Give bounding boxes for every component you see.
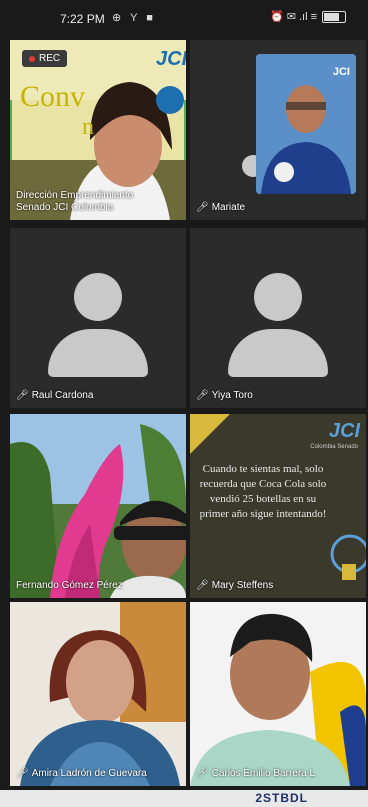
participant-name-label: Fernando Gómez Pérez [16, 580, 123, 591]
video-thumbnail[interactable]: JCI [256, 54, 356, 194]
video-tile-fernando-gomez-perez[interactable]: Fernando Gómez Pérez [10, 414, 186, 598]
participant-name: 🎤︎ Mary Steffens [196, 580, 273, 592]
participant-name: 🎤︎ Yiya Toro [196, 390, 253, 402]
participant-name: 🎤︎ Amira Ladrón de Guevara [16, 768, 147, 780]
status-icons: ⏰ ✉ .ıl ≡ [270, 10, 346, 23]
mic-muted-icon: 🎤︎ [16, 768, 29, 779]
status-bar: 7:22 PM ⊕ Y ■ ⏰ ✉ .ıl ≡ [0, 0, 368, 36]
avatar-body [228, 329, 328, 377]
jci-logo: JCI [156, 48, 186, 70]
video-tile-mariate[interactable]: JCI 🎤︎ Mariate [190, 40, 366, 220]
system-icons: ⏰ ✉ .ıl ≡ [269, 11, 317, 23]
participant-name-label: Raul Cardona [31, 390, 94, 401]
participant-name-label: Amira Ladrón de Guevara [31, 768, 147, 779]
participant-name-label: Carlos Emilio Barrera L [211, 768, 316, 779]
jci-logo: JCI [328, 420, 360, 442]
mic-muted-icon: 🎤︎ [196, 768, 209, 779]
video-tile-carlos-emilio-barrera[interactable]: 🎤︎ Carlos Emilio Barrera L [190, 602, 366, 786]
mic-muted-icon: 🎤︎ [196, 580, 209, 591]
banner-text-2: n [82, 114, 94, 140]
participant-name: 🎤︎ Carlos Emilio Barrera L [196, 768, 315, 780]
notification-icons: ⊕ Y ■ [112, 12, 156, 24]
participant-name-line1: Dirección Emprendimiento [16, 190, 134, 201]
banner-text: Conv [20, 80, 86, 113]
record-dot-icon [29, 55, 35, 62]
mic-muted-icon: 🎤︎ [196, 202, 209, 213]
avatar-body [48, 329, 148, 377]
video-tile-raul-cardona[interactable]: 🎤︎ Raul Cardona [10, 228, 186, 408]
participant-name-label: Mary Steffens [211, 580, 274, 591]
video-feed [190, 602, 366, 786]
video-feed [10, 602, 186, 786]
avatar-head [254, 273, 302, 321]
video-tile-direccion-emprendimiento[interactable]: REC Conv n JCI Dirección Emprendimiento … [10, 40, 186, 220]
mic-muted-icon: 🎤︎ [16, 390, 29, 401]
jci-logo: JCI [332, 66, 350, 78]
avatar-head [74, 273, 122, 321]
participant-name: 🎤︎ Mariate [196, 202, 245, 214]
participant-name-label: Mariate [211, 202, 246, 213]
recording-label: REC [39, 53, 61, 64]
recording-indicator: REC [22, 50, 68, 67]
participant-name: Dirección Emprendimiento Senado JCI Colo… [16, 190, 133, 214]
participant-name-line2: Senado JCI Colombia [16, 202, 114, 213]
video-tile-yiya-toro[interactable]: 🎤︎ Yiya Toro [190, 228, 366, 408]
battery-icon [322, 10, 346, 23]
bottom-strip-text: 2STBDL [255, 791, 308, 805]
mic-muted-icon: 🎤︎ [196, 390, 209, 401]
avatar [228, 273, 328, 377]
participant-name-label: Yiya Toro [211, 390, 253, 401]
next-row-tiles[interactable]: 2STBDL [0, 790, 368, 807]
jci-logo-subtitle: Colombia Senado [310, 444, 358, 450]
participant-name: Fernando Gómez Pérez [16, 580, 123, 592]
video-tile-amira-ladron-de-guevara[interactable]: 🎤︎ Amira Ladrón de Guevara [10, 602, 186, 786]
status-time: 7:22 PM [60, 12, 105, 26]
video-tile-mary-steffens[interactable]: JCI Colombia Senado Cuando te sientas ma… [190, 414, 366, 598]
avatar [48, 273, 148, 377]
participant-name: 🎤︎ Raul Cardona [16, 390, 93, 402]
video-feed [10, 414, 186, 598]
slide-quote: Cuando te sientas mal, solo recuerda que… [199, 463, 327, 520]
